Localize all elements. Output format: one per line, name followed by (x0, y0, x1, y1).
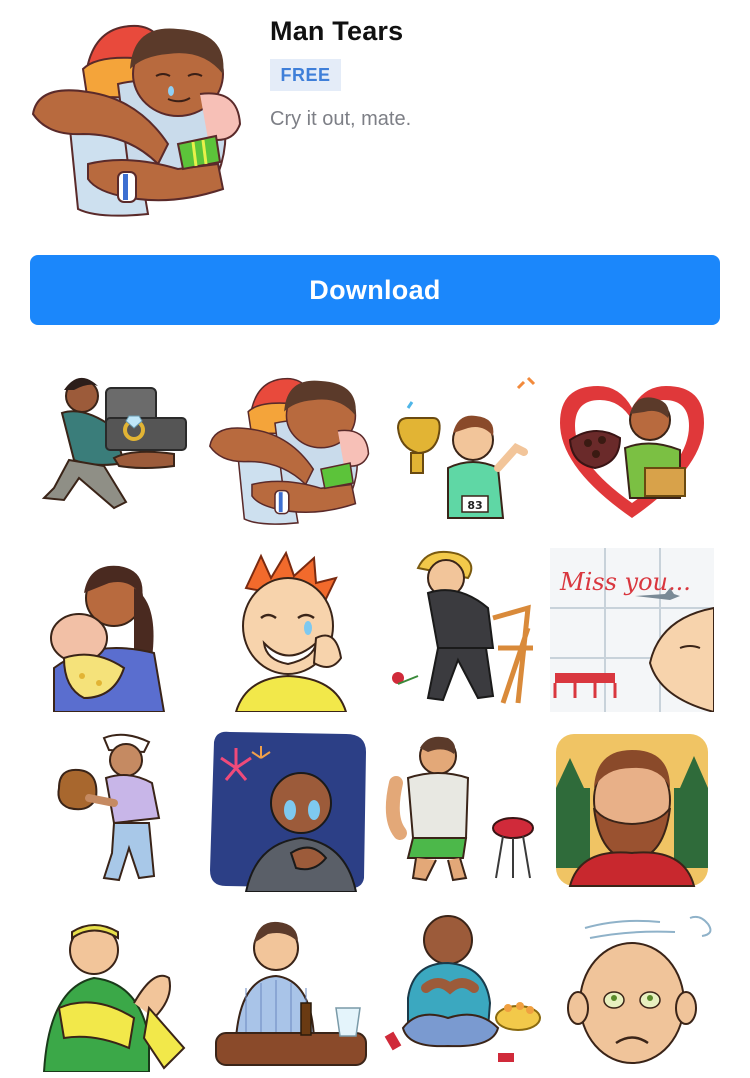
trophy-bib-number: 83 (467, 499, 482, 512)
sticker-redhead-tears[interactable] (206, 548, 370, 712)
sticker-sad-bald[interactable] (550, 908, 714, 1072)
pack-title: Man Tears (270, 16, 404, 46)
pack-subtitle: Cry it out, mate. (270, 108, 412, 130)
sticker-snack-crying[interactable] (378, 908, 542, 1072)
pack-cover-image (28, 14, 242, 224)
sticker-miss-you[interactable]: Miss you... (550, 548, 714, 712)
sticker-green-hoodie[interactable] (34, 908, 198, 1072)
sticker-bro-hug[interactable] (206, 368, 370, 532)
sticker-trophy-winner[interactable]: 83 (378, 368, 542, 532)
sticker-bearded-forest[interactable] (550, 728, 714, 892)
sticker-proposal-ring[interactable] (34, 368, 198, 532)
sticker-heart-chocolates[interactable] (550, 368, 714, 532)
sticker-bbq-grill[interactable] (378, 728, 542, 892)
sticker-bar-drinks[interactable] (206, 908, 370, 1072)
sticker-baseball-glove[interactable] (34, 728, 198, 892)
price-badge: FREE (270, 59, 341, 91)
sticker-sad-suit-chair[interactable] (378, 548, 542, 712)
sticker-mom-baby[interactable] (34, 548, 198, 712)
download-button[interactable]: Download (30, 255, 720, 325)
sticker-fireworks-salute[interactable] (206, 728, 370, 892)
